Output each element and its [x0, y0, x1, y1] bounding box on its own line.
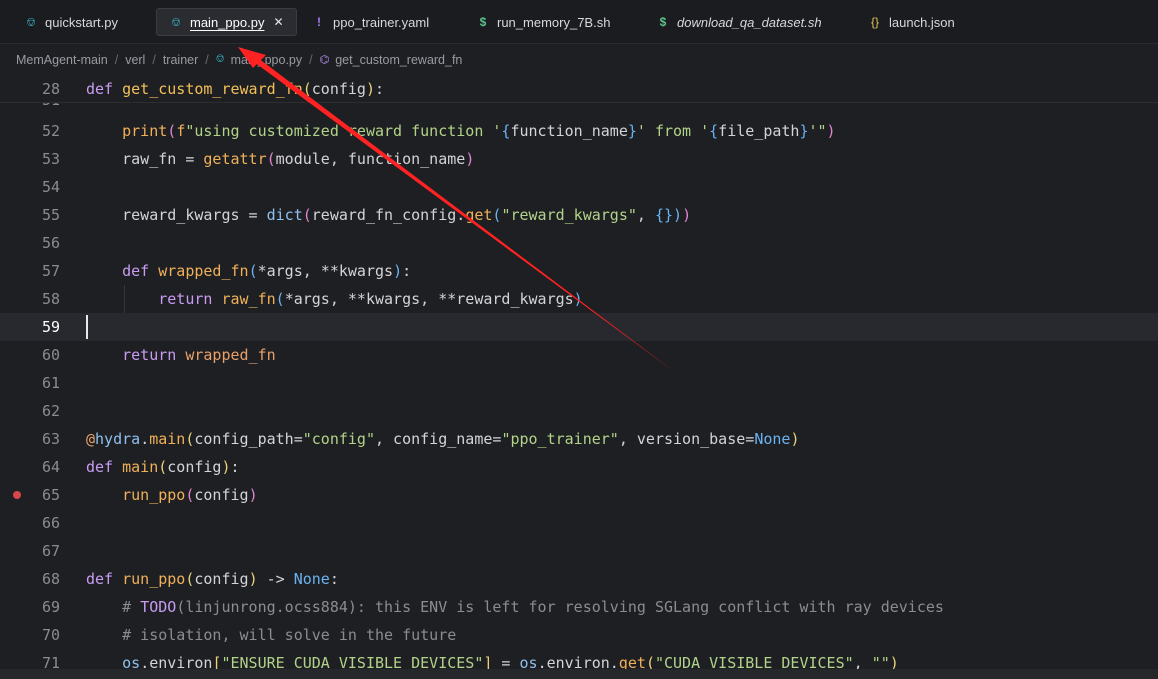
line-number: 52 [41, 122, 60, 140]
code-text: reward_kwargs = dict(reward_fn_config.ge… [86, 206, 692, 224]
tab-label: launch.json [889, 14, 955, 30]
code-text: def run_ppo(config) -> None: [86, 570, 339, 588]
code-line: 52 print(f"using customized reward funct… [0, 117, 1158, 145]
partial-line: 51 [0, 103, 1158, 109]
breadcrumb-separator: / [205, 52, 209, 67]
line-number: 61 [41, 374, 60, 392]
tab-label: quickstart.py [45, 14, 118, 30]
line-number: 67 [41, 542, 60, 560]
code-text: def wrapped_fn(*args, **kwargs): [122, 262, 412, 280]
code-text: def get_custom_reward_fn(config): [86, 80, 385, 98]
line-number: 65 [41, 486, 60, 504]
line-number: 51 [0, 103, 60, 109]
line-number: 58 [41, 290, 60, 308]
breadcrumb-item-trainer[interactable]: trainer [163, 53, 198, 67]
line-number: 59 [41, 318, 60, 336]
code-text: print(f"using customized reward function… [122, 122, 836, 140]
code-text: run_ppo(config) [122, 486, 258, 504]
line-number: 57 [41, 262, 60, 280]
code-line: 70 # isolation, will solve in the future [0, 621, 1158, 649]
tab-bar: ⎊ quickstart.py ⎊ main_ppo.py ✕ ! ppo_tr… [0, 0, 1158, 44]
code-text: def main(config): [86, 458, 240, 476]
code-line: 55 reward_kwargs = dict(reward_fn_config… [0, 201, 1158, 229]
close-icon[interactable]: ✕ [273, 15, 283, 29]
code-text: @hydra.main(config_path="config", config… [86, 430, 800, 448]
code-line: 54 [0, 173, 1158, 201]
tab-launch-json[interactable]: {} launch.json [868, 8, 955, 36]
breadcrumb-item-get-custom-reward-fn[interactable]: get_custom_reward_fn [335, 53, 462, 67]
code-line: 56 [0, 229, 1158, 257]
code-line: 53 raw_fn = getattr(module, function_nam… [0, 145, 1158, 173]
line-number: 54 [41, 178, 60, 196]
line-number: 56 [41, 234, 60, 252]
python-file-icon: ⎊ [215, 53, 225, 65]
breadcrumb-item-main-ppo-py[interactable]: main_ppo.py [231, 53, 303, 67]
code-line: 61 [0, 369, 1158, 397]
line-number: 28 [41, 80, 60, 98]
current-line: 59 [0, 313, 1158, 341]
breadcrumb-separator: / [114, 52, 119, 67]
code-text: # TODO(linjunrong.ocss884): this ENV is … [122, 598, 944, 616]
tab-quickstart-py[interactable]: ⎊ quickstart.py [24, 8, 118, 36]
code-line: 57 def wrapped_fn(*args, **kwargs): [0, 257, 1158, 285]
code-line: 60 return wrapped_fn [0, 341, 1158, 369]
python-file-icon: ⎊ [26, 14, 36, 29]
line-number: 70 [41, 626, 60, 644]
bottom-scrollbar[interactable] [0, 669, 1158, 679]
line-number: 69 [41, 598, 60, 616]
code-line: 67 [0, 537, 1158, 565]
code-line: 28 def get_custom_reward_fn(config): [0, 75, 1158, 103]
text-cursor [86, 315, 88, 339]
code-line: 68 def run_ppo(config) -> None: [0, 565, 1158, 593]
tab-label: run_memory_7B.sh [497, 14, 611, 30]
breadcrumb-separator: / [152, 52, 156, 67]
line-number: 55 [41, 206, 60, 224]
code-line: 69 # TODO(linjunrong.ocss884): this ENV … [0, 593, 1158, 621]
tab-label: download_qa_dataset.sh [677, 14, 822, 30]
shell-file-icon: $ [479, 15, 487, 29]
line-number: 60 [41, 346, 60, 364]
function-symbol-icon: ⌬ [319, 54, 330, 66]
sticky-scroll-header[interactable]: 28 def get_custom_reward_fn(config): [0, 75, 1158, 103]
line-number: 68 [41, 570, 60, 588]
line-number: 64 [41, 458, 60, 476]
code-line: 65 run_ppo(config) [0, 481, 1158, 509]
line-number: 63 [41, 430, 60, 448]
code-text: # isolation, will solve in the future [122, 626, 457, 644]
yaml-file-icon: ! [317, 15, 321, 29]
tab-label: ppo_trainer.yaml [333, 14, 430, 30]
breadcrumb-item-memagent-main[interactable]: MemAgent-main [16, 53, 108, 67]
code-text: raw_fn = getattr(module, function_name) [86, 150, 475, 168]
code-editor[interactable]: 57 def wrapped_fn(*args, **kwargs): 58 r… [0, 75, 1158, 673]
breadcrumb-item-verl[interactable]: verl [125, 53, 145, 67]
tab-label: main_ppo.py [190, 14, 265, 30]
code-line: 63 @hydra.main(config_path="config", conf… [0, 425, 1158, 453]
breadcrumb: MemAgent-main / verl / trainer / ⎊ main_… [0, 44, 1158, 75]
line-number: 66 [41, 514, 60, 532]
code-line: 64 def main(config): [0, 453, 1158, 481]
code-text: return raw_fn(*args, **kwargs, **reward_… [158, 290, 583, 308]
code-line: 62 [0, 397, 1158, 425]
tab-ppo-trainer-yaml[interactable]: ! ppo_trainer.yaml [312, 8, 429, 36]
tab-download-qa-dataset-sh[interactable]: $ download_qa_dataset.sh [656, 8, 822, 36]
tab-main-ppo-py[interactable]: ⎊ main_ppo.py ✕ [156, 8, 297, 36]
json-file-icon: {} [870, 15, 879, 29]
shell-file-icon: $ [659, 15, 667, 29]
code-line: 66 [0, 509, 1158, 537]
line-number: 53 [41, 150, 60, 168]
tab-run-memory-7b-sh[interactable]: $ run_memory_7B.sh [476, 8, 611, 36]
code-line: 58 return raw_fn(*args, **kwargs, **rewa… [0, 285, 1158, 313]
python-file-icon: ⎊ [171, 14, 181, 29]
code-text: return wrapped_fn [122, 346, 276, 364]
line-number: 62 [41, 402, 60, 420]
breadcrumb-separator: / [309, 52, 313, 67]
